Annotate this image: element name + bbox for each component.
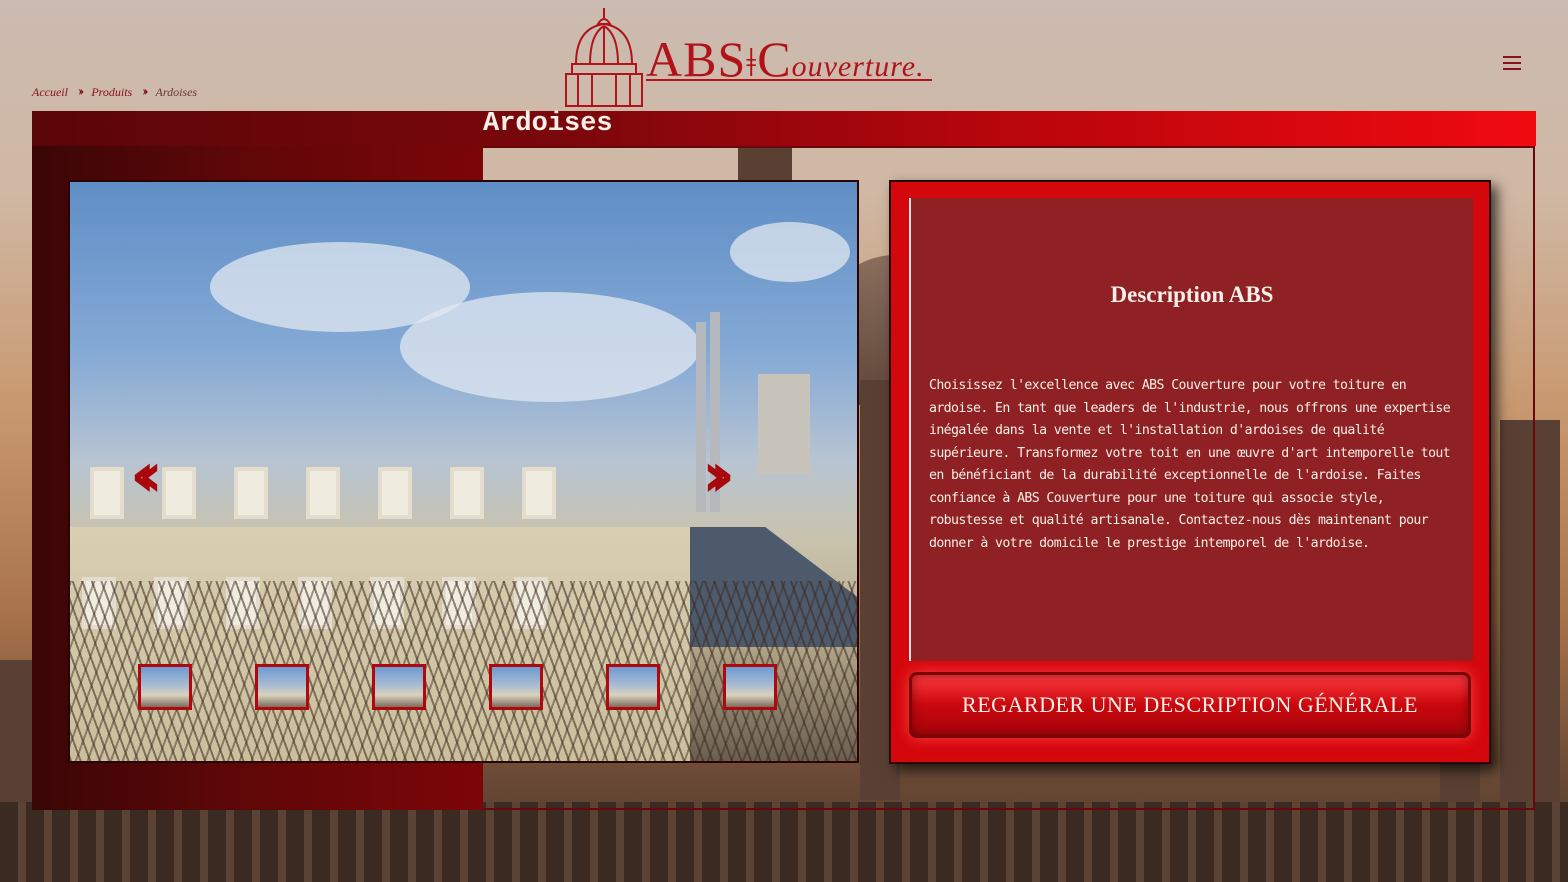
carousel-thumbnail[interactable]: [489, 664, 543, 710]
dome-logo-icon: [565, 8, 643, 107]
general-description-button[interactable]: REGARDER UNE DESCRIPTION GÉNÉRALE: [909, 672, 1471, 738]
carousel-thumbnails: [138, 664, 777, 710]
description-title: Description ABS: [1110, 282, 1274, 307]
carousel-thumbnail[interactable]: [138, 664, 192, 710]
description-panel: Description ABS Choisissez l'excellence …: [909, 198, 1473, 661]
logo-underline: [646, 79, 932, 81]
page-title: Ardoises: [483, 109, 613, 139]
description-body: Choisissez l'excellence avec ABS Couvert…: [929, 378, 1451, 551]
carousel-thumbnail[interactable]: [606, 664, 660, 710]
description-card: Description ABS Choisissez l'excellence …: [889, 180, 1491, 764]
carousel-prev-button[interactable]: ‹‹: [130, 444, 163, 506]
breadcrumb-products-link[interactable]: Produits: [91, 85, 132, 100]
title-bar: [32, 111, 1536, 146]
hamburger-menu-icon[interactable]: [1503, 56, 1521, 70]
breadcrumb-home-link[interactable]: Accueil: [32, 85, 68, 100]
double-chevron-right-icon: ››: [702, 438, 735, 511]
carousel-thumbnail[interactable]: [255, 664, 309, 710]
breadcrumb: Accueil ›› Produits ›› Ardoises: [32, 84, 197, 100]
image-carousel[interactable]: ‹‹ ››: [68, 180, 859, 763]
carousel-next-button[interactable]: ››: [702, 444, 735, 506]
double-chevron-left-icon: ‹‹: [130, 438, 163, 511]
carousel-thumbnail[interactable]: [723, 664, 777, 710]
double-chevron-right-icon: ››: [142, 84, 149, 99]
brand-logo[interactable]: ABSǂCouverture.: [562, 6, 934, 110]
breadcrumb-current: Ardoises: [155, 84, 198, 99]
carousel-thumbnail[interactable]: [372, 664, 426, 710]
double-chevron-right-icon: ››: [77, 84, 85, 99]
